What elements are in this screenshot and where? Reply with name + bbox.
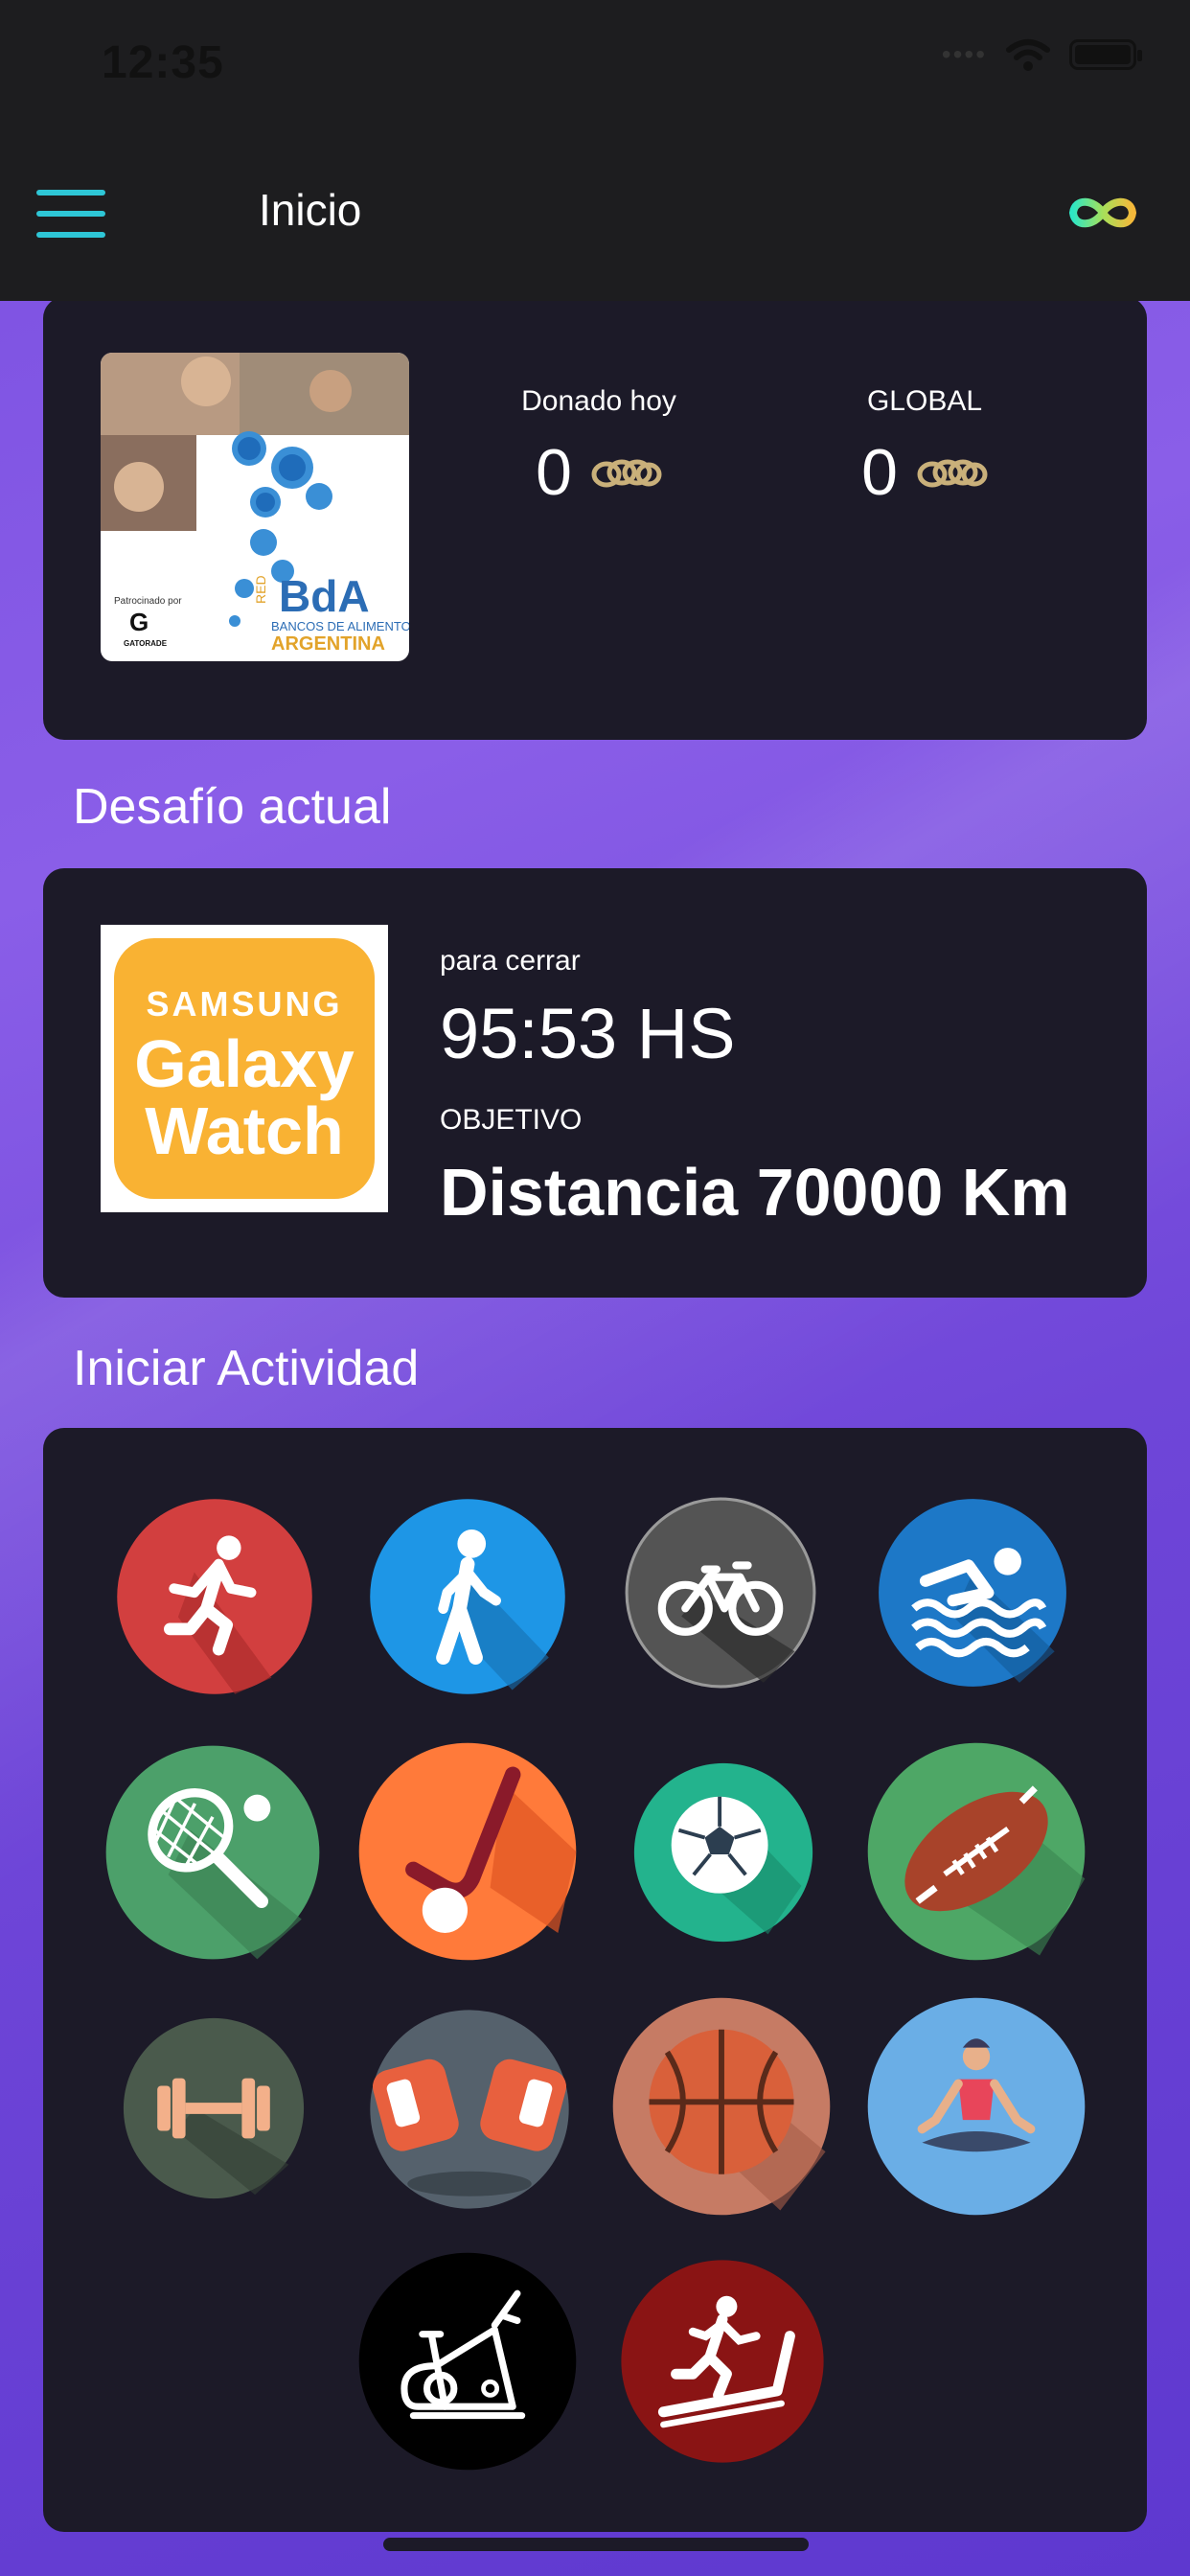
app-header: 12:35 •••• Inicio	[0, 0, 1190, 301]
treadmill-icon[interactable]	[617, 2256, 828, 2467]
svg-text:GATORADE: GATORADE	[124, 639, 168, 648]
basketball-icon[interactable]	[608, 1993, 835, 2220]
global-donation: GLOBAL 0	[800, 385, 1049, 510]
prize-image: SAMSUNG Galaxy Watch	[101, 925, 388, 1212]
running-icon[interactable]	[113, 1495, 316, 1698]
global-value: 0	[861, 436, 898, 509]
yoga-icon[interactable]	[863, 1993, 1089, 2220]
donated-today-value: 0	[536, 436, 572, 509]
rugby-ball-icon[interactable]	[863, 1738, 1089, 1965]
svg-text:G: G	[129, 608, 149, 636]
swimming-icon[interactable]	[875, 1495, 1070, 1690]
activities-card	[43, 1428, 1147, 2532]
svg-text:ARGENTINA: ARGENTINA	[271, 633, 385, 655]
objective-value: Distancia 70000 Km	[440, 1155, 1070, 1230]
objective-label: OBJETIVO	[440, 1104, 583, 1136]
status-time: 12:35	[102, 37, 224, 88]
svg-text:BANCOS DE ALIMENTOS: BANCOS DE ALIMENTOS	[271, 619, 409, 633]
global-label: GLOBAL	[866, 385, 983, 417]
sponsor-image: BdA BANCOS DE ALIMENTOS ARGENTINA RED Pa…	[101, 353, 409, 661]
dumbbell-icon[interactable]	[120, 2014, 308, 2202]
time-left: 95:53 HS	[440, 994, 736, 1073]
svg-text:RED: RED	[253, 575, 268, 604]
coin-chain-icon	[591, 459, 662, 488]
page-title: Inicio	[259, 185, 362, 235]
infinity-logo-icon[interactable]	[1065, 188, 1140, 238]
tennis-icon[interactable]	[102, 1741, 324, 1964]
bicycle-icon[interactable]	[623, 1495, 818, 1690]
wifi-icon	[1006, 39, 1050, 71]
close-label: para cerrar	[440, 945, 581, 977]
current-challenge-title: Desafío actual	[73, 779, 392, 835]
menu-button[interactable]	[36, 190, 105, 238]
stationary-bike-icon[interactable]	[355, 2248, 581, 2474]
donation-card: BdA BANCOS DE ALIMENTOS ARGENTINA RED Pa…	[43, 297, 1147, 740]
svg-text:BdA: BdA	[279, 571, 370, 621]
challenge-card[interactable]: SAMSUNG Galaxy Watch para cerrar 95:53 H…	[43, 868, 1147, 1298]
boxing-gloves-icon[interactable]	[366, 2006, 573, 2213]
home-indicator[interactable]	[383, 2538, 809, 2551]
donated-today-label: Donado hoy	[521, 385, 676, 417]
coin-chain-icon	[917, 459, 988, 488]
donated-today: Donado hoy 0	[474, 385, 723, 510]
walking-icon[interactable]	[366, 1495, 569, 1698]
signal-icon: ••••	[941, 39, 987, 69]
svg-text:Patrocinado por: Patrocinado por	[114, 596, 182, 607]
battery-icon	[1069, 39, 1142, 70]
soccer-ball-icon[interactable]	[630, 1760, 816, 1945]
status-icons: ••••	[941, 38, 1142, 71]
start-activity-title: Iniciar Actividad	[73, 1341, 420, 1396]
hockey-icon[interactable]	[355, 1738, 581, 1965]
